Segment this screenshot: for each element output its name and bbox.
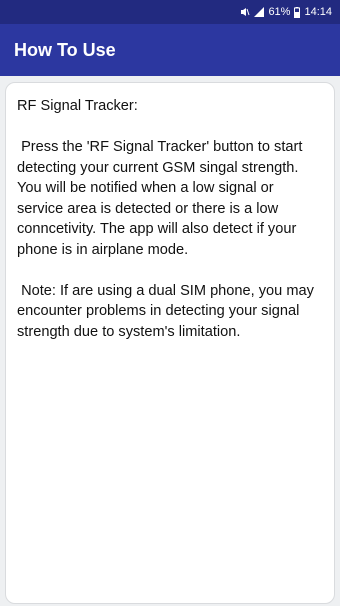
status-bar: 61% 14:14 — [0, 0, 340, 24]
clock: 14:14 — [304, 6, 332, 18]
mute-icon — [240, 7, 250, 17]
battery-percent: 61% — [268, 6, 291, 18]
signal-icon — [254, 7, 265, 17]
instructions-card[interactable]: RF Signal Tracker: Press the 'RF Signal … — [5, 82, 335, 604]
battery-icon — [294, 6, 301, 18]
app-bar: How To Use — [0, 24, 340, 76]
page-title: How To Use — [14, 39, 116, 60]
instructions-text: RF Signal Tracker: Press the 'RF Signal … — [17, 98, 314, 340]
